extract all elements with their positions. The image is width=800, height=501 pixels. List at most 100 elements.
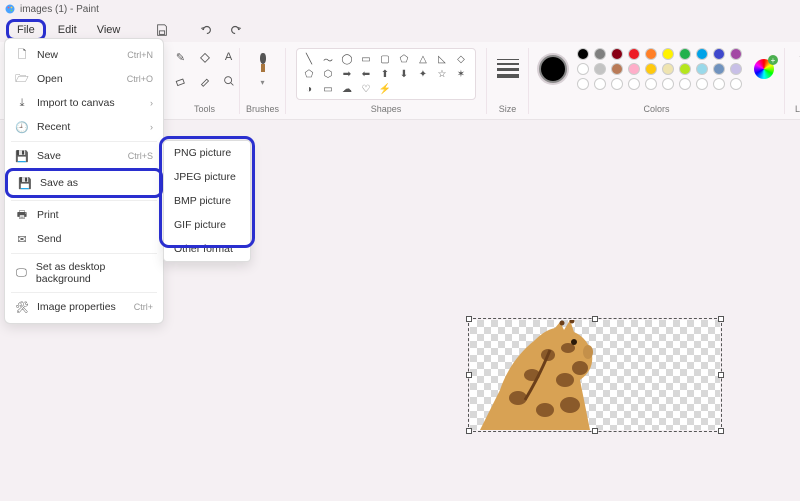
color-swatch[interactable] xyxy=(696,48,708,60)
color-swatch[interactable] xyxy=(679,78,691,90)
color-swatch[interactable] xyxy=(611,63,623,75)
eraser-icon[interactable] xyxy=(172,72,190,90)
color-swatch[interactable] xyxy=(577,63,589,75)
color-swatch[interactable] xyxy=(611,78,623,90)
edit-colors-button[interactable] xyxy=(754,59,774,79)
oval-shape-icon[interactable]: ◯ xyxy=(341,53,353,65)
hexagon-shape-icon[interactable]: ⬡ xyxy=(322,68,334,80)
file-import[interactable]: ⤓Import to canvas› xyxy=(5,91,163,115)
darrow-shape-icon[interactable]: ⬇ xyxy=(398,68,410,80)
triangle-shape-icon[interactable]: △ xyxy=(417,53,429,65)
menu-view[interactable]: View xyxy=(89,22,129,38)
color-swatch[interactable] xyxy=(611,48,623,60)
desktop-icon: 🖵 xyxy=(15,266,28,280)
current-color[interactable] xyxy=(539,55,567,83)
file-save[interactable]: 💾SaveCtrl+S xyxy=(5,144,163,168)
star5-shape-icon[interactable]: ☆ xyxy=(436,68,448,80)
color-swatch[interactable] xyxy=(645,48,657,60)
callout-cloud-shape-icon[interactable]: ☁ xyxy=(341,83,353,95)
rtriangle-shape-icon[interactable]: ◺ xyxy=(436,53,448,65)
resize-handle-bl[interactable] xyxy=(466,428,472,434)
star6-shape-icon[interactable]: ✶ xyxy=(455,68,467,80)
resize-handle-tl[interactable] xyxy=(466,316,472,322)
file-save-as[interactable]: 💾Save as xyxy=(5,168,163,198)
text-icon[interactable]: A xyxy=(220,48,238,66)
zoom-icon[interactable] xyxy=(220,72,238,90)
polygon-shape-icon[interactable]: ⬠ xyxy=(398,53,410,65)
color-swatch[interactable] xyxy=(594,63,606,75)
send-icon: ✉ xyxy=(15,232,29,246)
resize-handle-tm[interactable] xyxy=(592,316,598,322)
color-swatch[interactable] xyxy=(645,63,657,75)
color-swatch[interactable] xyxy=(730,63,742,75)
color-swatch[interactable] xyxy=(594,48,606,60)
heart-shape-icon[interactable]: ♡ xyxy=(360,83,372,95)
layers-button[interactable] xyxy=(797,48,800,72)
diamond-shape-icon[interactable]: ◇ xyxy=(455,53,467,65)
file-new[interactable]: 🗋NewCtrl+N xyxy=(5,43,163,67)
color-swatch[interactable] xyxy=(628,48,640,60)
star4-shape-icon[interactable]: ✦ xyxy=(417,68,429,80)
save-as-bmp[interactable]: BMP picture xyxy=(164,189,250,213)
uarrow-shape-icon[interactable]: ⬆ xyxy=(379,68,391,80)
resize-handle-ml[interactable] xyxy=(466,372,472,378)
resize-handle-br[interactable] xyxy=(718,428,724,434)
color-swatch[interactable] xyxy=(696,78,708,90)
fill-icon[interactable] xyxy=(196,48,214,66)
curve-shape-icon[interactable]: 〜 xyxy=(322,53,334,65)
roundrect-shape-icon[interactable]: ▢ xyxy=(379,53,391,65)
picker-icon[interactable] xyxy=(196,72,214,90)
file-recent[interactable]: 🕘Recent› xyxy=(5,115,163,139)
color-swatch[interactable] xyxy=(713,48,725,60)
title-bar: images (1) - Paint xyxy=(0,0,800,18)
file-send[interactable]: ✉Send xyxy=(5,227,163,251)
ribbon-group-colors: Colors xyxy=(529,48,785,114)
shapes-gallery[interactable]: ╲ 〜 ◯ ▭ ▢ ⬠ △ ◺ ◇ ⬠ ⬡ ➡ ⬅ ⬆ ⬇ ✦ ☆ ✶ ◑ ▭ … xyxy=(296,48,476,100)
color-swatch[interactable] xyxy=(662,63,674,75)
undo-button[interactable] xyxy=(196,20,216,40)
props-icon: 🛠 xyxy=(15,300,29,314)
resize-handle-mr[interactable] xyxy=(718,372,724,378)
color-swatch[interactable] xyxy=(645,78,657,90)
lightning-shape-icon[interactable]: ⚡ xyxy=(379,83,391,95)
redo-button[interactable] xyxy=(226,20,246,40)
larrow-shape-icon[interactable]: ⬅ xyxy=(360,68,372,80)
brushes-button[interactable]: ▾ xyxy=(249,48,277,88)
color-swatch[interactable] xyxy=(628,63,640,75)
color-swatch[interactable] xyxy=(628,78,640,90)
color-swatch[interactable] xyxy=(730,78,742,90)
color-swatch[interactable] xyxy=(662,78,674,90)
callout-round-shape-icon[interactable]: ◑ xyxy=(303,83,315,95)
rect-shape-icon[interactable]: ▭ xyxy=(360,53,372,65)
rarrow-shape-icon[interactable]: ➡ xyxy=(341,68,353,80)
menu-edit[interactable]: Edit xyxy=(50,22,85,38)
callout-rect-shape-icon[interactable]: ▭ xyxy=(322,83,334,95)
color-swatch[interactable] xyxy=(662,48,674,60)
file-open[interactable]: 🗁OpenCtrl+O xyxy=(5,67,163,91)
file-image-props[interactable]: 🛠Image propertiesCtrl+ xyxy=(5,295,163,319)
color-swatch[interactable] xyxy=(594,78,606,90)
save-as-gif[interactable]: GIF picture xyxy=(164,213,250,237)
save-as-other[interactable]: Other format xyxy=(164,237,250,261)
line-shape-icon[interactable]: ╲ xyxy=(303,53,315,65)
file-set-bg[interactable]: 🖵Set as desktop background xyxy=(5,256,163,290)
pencil-icon[interactable]: ✎ xyxy=(172,48,190,66)
save-as-jpeg[interactable]: JPEG picture xyxy=(164,165,250,189)
canvas-selection[interactable] xyxy=(470,320,720,430)
pentagon-shape-icon[interactable]: ⬠ xyxy=(303,68,315,80)
resize-handle-tr[interactable] xyxy=(718,316,724,322)
color-swatch[interactable] xyxy=(679,48,691,60)
ribbon-group-size: Size xyxy=(487,48,529,114)
color-swatch[interactable] xyxy=(696,63,708,75)
color-swatch[interactable] xyxy=(713,63,725,75)
color-swatch[interactable] xyxy=(713,78,725,90)
color-swatch[interactable] xyxy=(679,63,691,75)
save-as-png[interactable]: PNG picture xyxy=(164,141,250,165)
size-button[interactable] xyxy=(495,48,521,88)
resize-handle-bm[interactable] xyxy=(592,428,598,434)
save-quick-button[interactable] xyxy=(152,20,172,40)
color-swatch[interactable] xyxy=(730,48,742,60)
color-swatch[interactable] xyxy=(577,78,589,90)
file-print[interactable]: 🖶Print xyxy=(5,203,163,227)
color-swatch[interactable] xyxy=(577,48,589,60)
